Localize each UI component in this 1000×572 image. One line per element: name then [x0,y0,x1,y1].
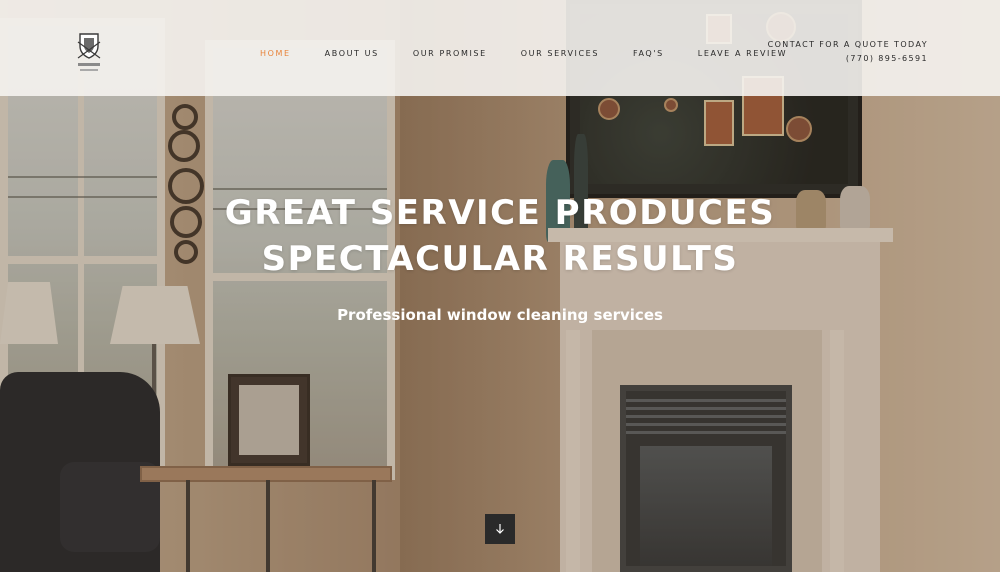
hero-title-line-1: GREAT SERVICE PRODUCES [224,193,776,233]
hero-subtitle: Professional window cleaning services [337,306,663,324]
nav-about-us-link[interactable]: ABOUT US [325,49,379,58]
nav-our-services-link[interactable]: OUR SERVICES [521,49,599,58]
hero-title-line-2: SPECTACULAR RESULTS [261,239,739,279]
contact-block: CONTACT FOR A QUOTE TODAY (770) 895-6591 [768,38,928,66]
contact-phone-link[interactable]: (770) 895-6591 [768,52,928,66]
site-header: HOME ABOUT US OUR PROMISE OUR SERVICES F… [0,0,1000,96]
scroll-down-button[interactable] [485,514,515,544]
hero-title: GREAT SERVICE PRODUCES SPECTACULAR RESUL… [0,190,1000,282]
contact-label: CONTACT FOR A QUOTE TODAY [767,40,928,49]
nav-home-link[interactable]: HOME [260,49,291,58]
nav-faqs-link[interactable]: FAQ'S [633,49,664,58]
arrow-down-icon [496,524,504,534]
nav-our-promise-link[interactable]: OUR PROMISE [413,49,487,58]
main-navigation: HOME ABOUT US OUR PROMISE OUR SERVICES F… [260,49,821,58]
shield-logo-icon[interactable] [74,30,104,78]
